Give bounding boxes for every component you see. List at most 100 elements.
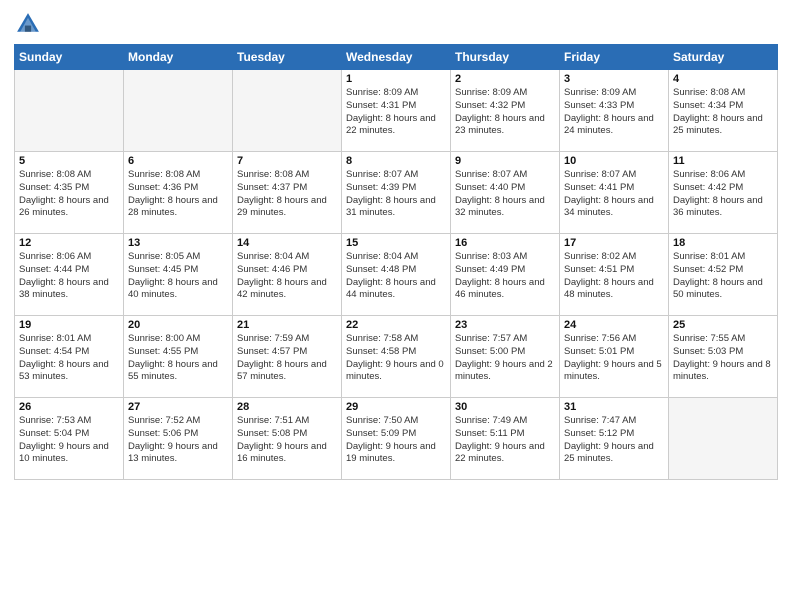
day-cell: 1Sunrise: 8:09 AM Sunset: 4:31 PM Daylig… — [342, 70, 451, 152]
day-cell: 24Sunrise: 7:56 AM Sunset: 5:01 PM Dayli… — [560, 316, 669, 398]
day-info: Sunrise: 7:59 AM Sunset: 4:57 PM Dayligh… — [237, 333, 337, 384]
day-info: Sunrise: 8:09 AM Sunset: 4:31 PM Dayligh… — [346, 87, 446, 138]
day-number: 6 — [128, 155, 228, 167]
day-number: 31 — [564, 401, 664, 413]
day-number: 15 — [346, 237, 446, 249]
day-cell: 25Sunrise: 7:55 AM Sunset: 5:03 PM Dayli… — [669, 316, 778, 398]
day-number: 19 — [19, 319, 119, 331]
weekday-header-wednesday: Wednesday — [342, 45, 451, 70]
day-number: 28 — [237, 401, 337, 413]
week-row-3: 12 Sunrise: 8:06 AM Sunset: 4:44 PM Dayli… — [15, 234, 778, 316]
day-cell: 28 Sunrise: 7:51 AM Sunset: 5:08 PM Dayli… — [233, 398, 342, 480]
day-number: 30 — [455, 401, 555, 413]
day-number: 12 — [19, 237, 119, 249]
day-info: Sunrise: 8:02 AM Sunset: 4:51 PM Dayligh… — [564, 251, 664, 302]
day-cell: 15Sunrise: 8:04 AM Sunset: 4:48 PM Dayli… — [342, 234, 451, 316]
day-info: Sunrise: 8:00 AM Sunset: 4:55 PM Dayligh… — [128, 333, 228, 384]
day-cell: 30 Sunrise: 7:49 AM Sunset: 5:11 PM Dayli… — [451, 398, 560, 480]
day-cell: 14 Sunrise: 8:04 AM Sunset: 4:46 PM Dayli… — [233, 234, 342, 316]
day-cell: 18 Sunrise: 8:01 AM Sunset: 4:52 PM Dayli… — [669, 234, 778, 316]
day-number: 8 — [346, 155, 446, 167]
day-number: 26 — [19, 401, 119, 413]
day-cell: 20 Sunrise: 8:00 AM Sunset: 4:55 PM Dayli… — [124, 316, 233, 398]
day-info: Sunrise: 7:57 AM Sunset: 5:00 PM Dayligh… — [455, 333, 555, 384]
day-number: 9 — [455, 155, 555, 167]
day-number: 11 — [673, 155, 773, 167]
day-info: Sunrise: 7:52 AM Sunset: 5:06 PM Dayligh… — [128, 415, 228, 466]
header — [14, 10, 778, 38]
day-info: Sunrise: 7:51 AM Sunset: 5:08 PM Dayligh… — [237, 415, 337, 466]
day-cell: 8 Sunrise: 8:07 AM Sunset: 4:39 PM Daylig… — [342, 152, 451, 234]
day-info: Sunrise: 8:04 AM Sunset: 4:46 PM Dayligh… — [237, 251, 337, 302]
day-number: 14 — [237, 237, 337, 249]
day-info: Sunrise: 8:08 AM Sunset: 4:37 PM Dayligh… — [237, 169, 337, 220]
day-cell — [669, 398, 778, 480]
day-number: 21 — [237, 319, 337, 331]
day-cell: 7Sunrise: 8:08 AM Sunset: 4:37 PM Daylig… — [233, 152, 342, 234]
weekday-header-saturday: Saturday — [669, 45, 778, 70]
day-cell: 10 Sunrise: 8:07 AM Sunset: 4:41 PM Dayli… — [560, 152, 669, 234]
day-info: Sunrise: 8:01 AM Sunset: 4:54 PM Dayligh… — [19, 333, 119, 384]
day-number: 10 — [564, 155, 664, 167]
day-info: Sunrise: 8:07 AM Sunset: 4:41 PM Dayligh… — [564, 169, 664, 220]
day-info: Sunrise: 7:53 AM Sunset: 5:04 PM Dayligh… — [19, 415, 119, 466]
day-cell: 27 Sunrise: 7:52 AM Sunset: 5:06 PM Dayli… — [124, 398, 233, 480]
day-info: Sunrise: 8:08 AM Sunset: 4:36 PM Dayligh… — [128, 169, 228, 220]
week-row-4: 19 Sunrise: 8:01 AM Sunset: 4:54 PM Dayli… — [15, 316, 778, 398]
weekday-header-monday: Monday — [124, 45, 233, 70]
day-cell: 17 Sunrise: 8:02 AM Sunset: 4:51 PM Dayli… — [560, 234, 669, 316]
day-cell: 23 Sunrise: 7:57 AM Sunset: 5:00 PM Dayli… — [451, 316, 560, 398]
weekday-header-sunday: Sunday — [15, 45, 124, 70]
logo-icon — [14, 10, 42, 38]
day-info: Sunrise: 7:49 AM Sunset: 5:11 PM Dayligh… — [455, 415, 555, 466]
day-number: 13 — [128, 237, 228, 249]
day-info: Sunrise: 7:50 AM Sunset: 5:09 PM Dayligh… — [346, 415, 446, 466]
day-info: Sunrise: 7:47 AM Sunset: 5:12 PM Dayligh… — [564, 415, 664, 466]
day-cell: 19 Sunrise: 8:01 AM Sunset: 4:54 PM Dayli… — [15, 316, 124, 398]
day-info: Sunrise: 8:07 AM Sunset: 4:39 PM Dayligh… — [346, 169, 446, 220]
day-number: 4 — [673, 73, 773, 85]
day-number: 29 — [346, 401, 446, 413]
day-info: Sunrise: 8:07 AM Sunset: 4:40 PM Dayligh… — [455, 169, 555, 220]
day-info: Sunrise: 8:01 AM Sunset: 4:52 PM Dayligh… — [673, 251, 773, 302]
day-number: 16 — [455, 237, 555, 249]
day-info: Sunrise: 7:55 AM Sunset: 5:03 PM Dayligh… — [673, 333, 773, 384]
week-row-2: 5Sunrise: 8:08 AM Sunset: 4:35 PM Daylig… — [15, 152, 778, 234]
day-info: Sunrise: 8:03 AM Sunset: 4:49 PM Dayligh… — [455, 251, 555, 302]
page: SundayMondayTuesdayWednesdayThursdayFrid… — [0, 0, 792, 612]
logo — [14, 10, 46, 38]
day-number: 2 — [455, 73, 555, 85]
day-number: 24 — [564, 319, 664, 331]
day-info: Sunrise: 7:58 AM Sunset: 4:58 PM Dayligh… — [346, 333, 446, 384]
day-number: 3 — [564, 73, 664, 85]
day-number: 22 — [346, 319, 446, 331]
calendar: SundayMondayTuesdayWednesdayThursdayFrid… — [14, 44, 778, 480]
weekday-header-friday: Friday — [560, 45, 669, 70]
day-cell: 6 Sunrise: 8:08 AM Sunset: 4:36 PM Daylig… — [124, 152, 233, 234]
day-info: Sunrise: 8:09 AM Sunset: 4:33 PM Dayligh… — [564, 87, 664, 138]
day-cell — [15, 70, 124, 152]
day-cell — [124, 70, 233, 152]
day-number: 18 — [673, 237, 773, 249]
day-number: 23 — [455, 319, 555, 331]
day-cell: 22 Sunrise: 7:58 AM Sunset: 4:58 PM Dayli… — [342, 316, 451, 398]
day-cell: 11 Sunrise: 8:06 AM Sunset: 4:42 PM Dayli… — [669, 152, 778, 234]
day-number: 20 — [128, 319, 228, 331]
day-number: 5 — [19, 155, 119, 167]
weekday-header-tuesday: Tuesday — [233, 45, 342, 70]
day-cell: 5Sunrise: 8:08 AM Sunset: 4:35 PM Daylig… — [15, 152, 124, 234]
day-info: Sunrise: 8:05 AM Sunset: 4:45 PM Dayligh… — [128, 251, 228, 302]
day-number: 27 — [128, 401, 228, 413]
week-row-5: 26 Sunrise: 7:53 AM Sunset: 5:04 PM Dayli… — [15, 398, 778, 480]
day-info: Sunrise: 8:09 AM Sunset: 4:32 PM Dayligh… — [455, 87, 555, 138]
day-number: 17 — [564, 237, 664, 249]
day-info: Sunrise: 8:06 AM Sunset: 4:42 PM Dayligh… — [673, 169, 773, 220]
day-cell: 4 Sunrise: 8:08 AM Sunset: 4:34 PM Daylig… — [669, 70, 778, 152]
day-cell: 21 Sunrise: 7:59 AM Sunset: 4:57 PM Dayli… — [233, 316, 342, 398]
day-cell: 26 Sunrise: 7:53 AM Sunset: 5:04 PM Dayli… — [15, 398, 124, 480]
day-info: Sunrise: 8:08 AM Sunset: 4:34 PM Dayligh… — [673, 87, 773, 138]
day-cell: 2 Sunrise: 8:09 AM Sunset: 4:32 PM Daylig… — [451, 70, 560, 152]
day-info: Sunrise: 8:06 AM Sunset: 4:44 PM Dayligh… — [19, 251, 119, 302]
day-cell: 16 Sunrise: 8:03 AM Sunset: 4:49 PM Dayli… — [451, 234, 560, 316]
day-cell: 13 Sunrise: 8:05 AM Sunset: 4:45 PM Dayli… — [124, 234, 233, 316]
